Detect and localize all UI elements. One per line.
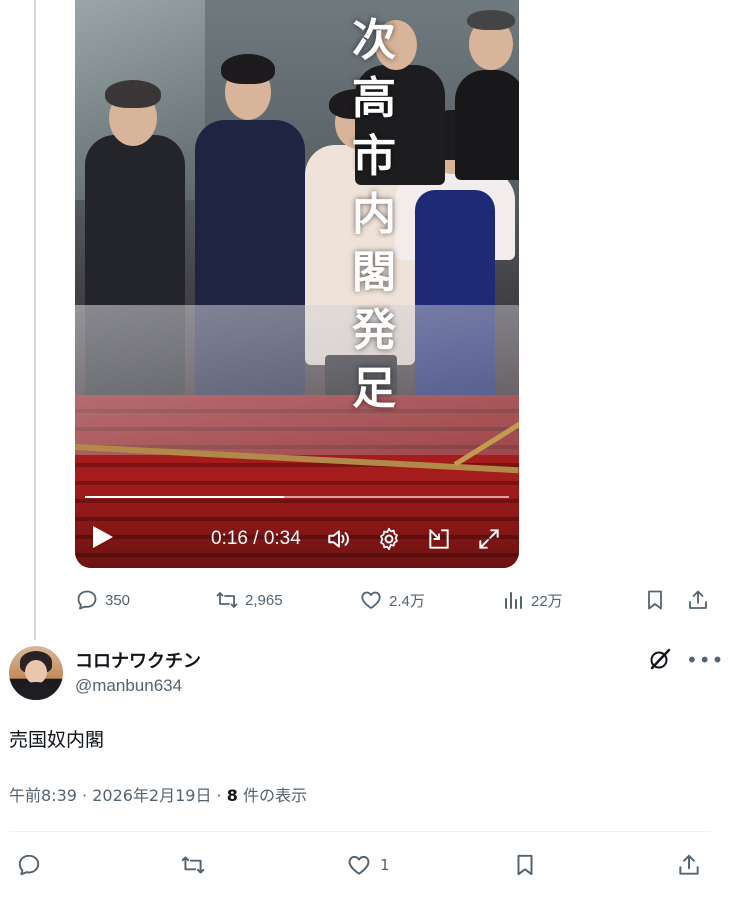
share-button[interactable] (686, 586, 710, 614)
video-controls: 0:16 / 0:34 (75, 480, 519, 568)
overlay-char: 内 (352, 189, 396, 240)
view-count: 22万 (531, 592, 563, 610)
tweet-view-label: 件の表示 (242, 786, 307, 805)
like-count: 1 (380, 856, 390, 874)
video-progress-bar[interactable] (85, 496, 509, 498)
bookmark-icon (517, 854, 533, 876)
overlay-char: 市 (352, 131, 396, 182)
avatar-face (25, 660, 47, 684)
share-icon (679, 854, 699, 875)
repost-button[interactable]: 2,965 (215, 586, 283, 614)
repost-icon (181, 856, 205, 874)
bookmark-icon (648, 590, 662, 610)
user-handle[interactable]: @manbun634 (75, 676, 182, 696)
avatar-body (15, 682, 57, 700)
video-overlay-text: 次 高 市 内 閣 発 足 (349, 12, 399, 418)
fullscreen-icon[interactable] (476, 526, 502, 552)
avatar[interactable] (9, 646, 63, 700)
tweet-date[interactable]: 2026年2月19日 (92, 786, 211, 805)
play-icon[interactable] (93, 526, 113, 548)
volume-icon[interactable] (326, 526, 352, 552)
overlay-char: 足 (352, 363, 396, 414)
tweet-time[interactable]: 午前8:39 (9, 786, 77, 805)
overlay-char: 閣 (352, 247, 396, 298)
reply-count: 350 (105, 591, 131, 609)
repost-icon (216, 592, 238, 608)
display-name[interactable]: コロナワクチン (75, 647, 201, 673)
heart-icon (348, 855, 370, 875)
reply-icon (77, 590, 97, 610)
share-button[interactable] (676, 850, 702, 880)
overlay-char: 次 (352, 15, 396, 66)
more-options-icon[interactable]: ••• (686, 648, 724, 672)
video-time-total: 0:34 (263, 528, 301, 549)
like-button[interactable]: 2.4万 (359, 586, 425, 614)
grok-icon[interactable] (648, 647, 672, 671)
reply-icon (18, 854, 40, 876)
repost-button[interactable] (180, 850, 206, 880)
settings-gear-icon[interactable] (376, 526, 402, 552)
bookmark-button[interactable] (643, 586, 667, 614)
video-progress-fill (85, 496, 285, 498)
video-glass-panel (75, 305, 519, 455)
repost-count: 2,965 (245, 591, 283, 609)
views-button[interactable]: 22万 (501, 586, 563, 614)
heart-icon (361, 591, 381, 609)
reply-tweet-actions: 1 (0, 850, 730, 880)
share-icon (689, 590, 707, 609)
overlay-char: 高 (352, 73, 396, 124)
like-button[interactable]: 1 (346, 850, 390, 880)
overlay-char: 発 (352, 305, 396, 356)
video-time: 0:16 / 0:34 (211, 528, 301, 549)
tweet-meta: 午前8:39 · 2026年2月19日 · 8 件の表示 (9, 786, 307, 805)
video-player[interactable]: 次 高 市 内 閣 発 足 0:16 / 0:34 (75, 0, 519, 568)
reply-button[interactable] (16, 850, 42, 880)
thread-line (34, 0, 36, 640)
bookmark-button[interactable] (512, 850, 538, 880)
tweet-view-count: 8 (226, 786, 238, 805)
parent-tweet-actions: 350 2,965 2.4万 22万 (75, 586, 715, 614)
like-count: 2.4万 (389, 592, 425, 610)
reply-button[interactable]: 350 (75, 586, 130, 614)
views-chart-icon (505, 592, 522, 609)
divider (9, 831, 711, 832)
picture-in-picture-icon[interactable] (426, 526, 452, 552)
video-time-current: 0:16 (211, 528, 248, 549)
tweet-text: 売国奴内閣 (9, 729, 105, 751)
